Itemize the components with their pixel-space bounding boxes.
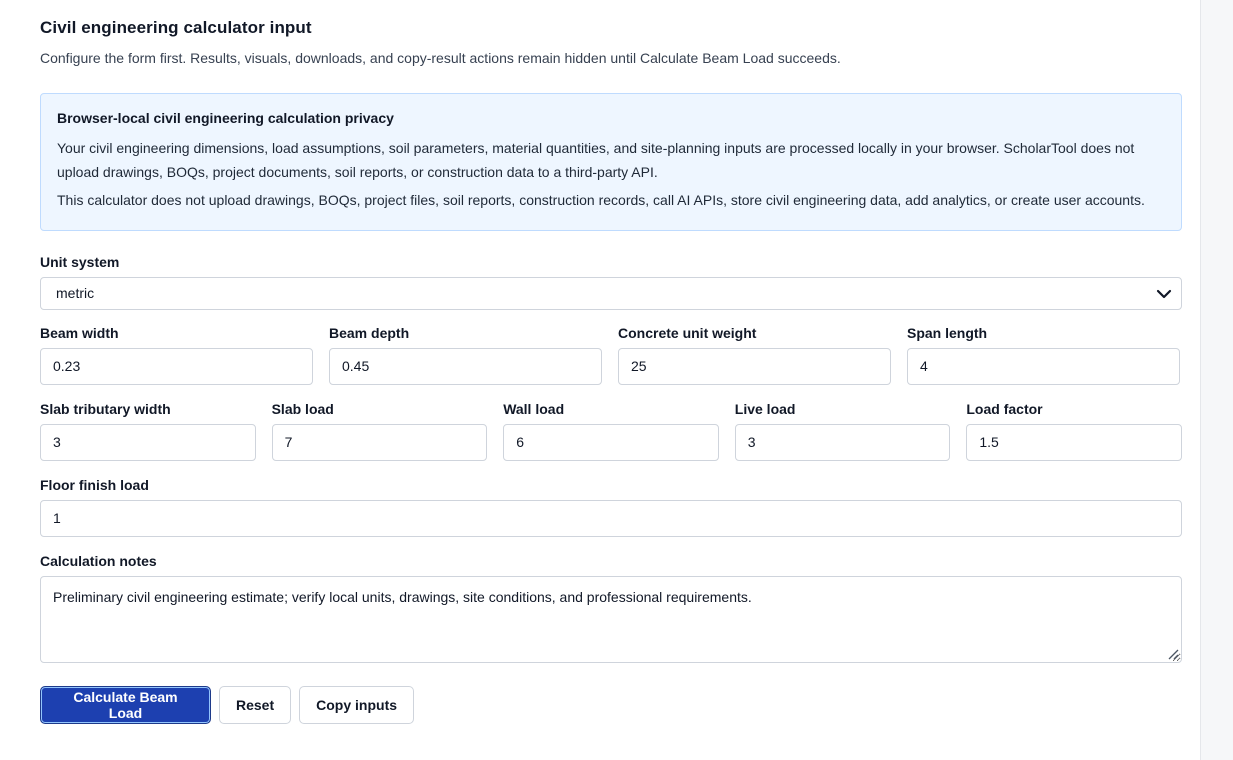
span-length-label: Span length (907, 325, 988, 341)
wall-load-label: Wall load (503, 401, 565, 417)
slab-tributary-width-group: Slab tributary width 3 (40, 401, 256, 461)
wall-load-group: Wall load 6 (503, 401, 719, 461)
calculation-notes-textarea[interactable]: Preliminary civil engineering estimate; … (40, 576, 1182, 663)
slab-tributary-width-label: Slab tributary width (40, 401, 171, 417)
slab-load-group: Slab load 7 (271, 401, 488, 461)
beam-dimensions-row: Beam width 0.23 Beam depth 0.45 Concrete… (40, 325, 1182, 385)
beam-width-label: Beam width (40, 325, 119, 341)
slab-tributary-width-input[interactable]: 3 (40, 424, 256, 461)
calculation-notes-group: Calculation notes Preliminary civil engi… (40, 553, 1182, 663)
beam-width-group: Beam width 0.23 (40, 325, 313, 385)
copy-inputs-button[interactable]: Copy inputs (299, 686, 415, 724)
calculation-notes-label: Calculation notes (40, 553, 157, 569)
chevron-down-icon (1156, 289, 1172, 299)
beam-depth-group: Beam depth 0.45 (329, 325, 602, 385)
unit-system-label: Unit system (40, 254, 120, 270)
calculate-beam-load-button[interactable]: Calculate Beam Load (40, 686, 211, 724)
span-length-group: Span length 4 (907, 325, 1180, 385)
unit-system-value[interactable]: metric (40, 277, 1182, 310)
slab-load-label: Slab load (271, 401, 334, 417)
live-load-input[interactable]: 3 (734, 424, 951, 461)
concrete-unit-weight-input[interactable]: 25 (618, 348, 891, 385)
live-load-label: Live load (734, 401, 796, 417)
load-factor-group: Load factor 1.5 (966, 401, 1182, 461)
action-buttons: Calculate Beam Load Reset Copy inputs (40, 686, 415, 724)
wall-load-input[interactable]: 6 (503, 424, 719, 461)
unit-system-select[interactable]: metric (40, 277, 1182, 310)
loads-row: Slab tributary width 3 Slab load 7 Wall … (40, 401, 1182, 461)
resize-grip-icon[interactable] (1167, 648, 1179, 660)
concrete-unit-weight-group: Concrete unit weight 25 (618, 325, 891, 385)
beam-depth-label: Beam depth (329, 325, 410, 341)
calculation-notes-wrapper: Preliminary civil engineering estimate; … (40, 576, 1182, 663)
span-length-input[interactable]: 4 (907, 348, 1180, 385)
load-factor-input[interactable]: 1.5 (966, 424, 1182, 461)
floor-finish-load-input[interactable]: 1 (40, 500, 1182, 537)
page-title: Civil engineering calculator input (40, 18, 312, 37)
privacy-paragraph-1: Your civil engineering dimensions, load … (57, 140, 1135, 180)
live-load-group: Live load 3 (734, 401, 951, 461)
beam-width-input[interactable]: 0.23 (40, 348, 313, 385)
load-factor-label: Load factor (966, 401, 1043, 417)
concrete-unit-weight-label: Concrete unit weight (618, 325, 757, 341)
page-subtitle: Configure the form first. Results, visua… (40, 50, 841, 66)
floor-finish-load-label: Floor finish load (40, 477, 149, 493)
privacy-notice: Browser-local civil engineering calculat… (40, 93, 1182, 231)
privacy-title: Browser-local civil engineering calculat… (57, 110, 394, 126)
floor-finish-load-group: Floor finish load 1 (40, 477, 1182, 537)
beam-depth-input[interactable]: 0.45 (329, 348, 602, 385)
slab-load-input[interactable]: 7 (271, 424, 488, 461)
reset-button[interactable]: Reset (219, 686, 292, 724)
privacy-paragraph-2: This calculator does not upload drawings… (57, 192, 1145, 208)
unit-system-group: Unit system metric (40, 254, 1182, 310)
